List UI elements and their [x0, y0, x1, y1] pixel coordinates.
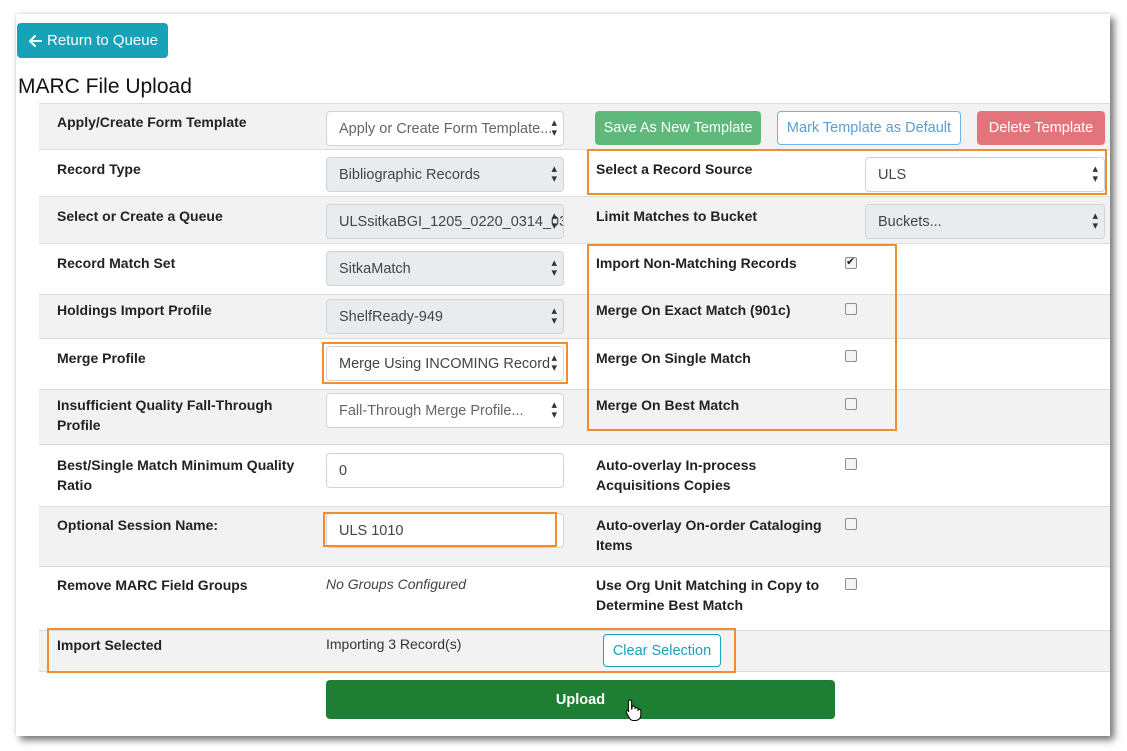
holdings-profile-select[interactable]: ShelfReady-949 [326, 299, 564, 334]
hand-cursor-icon [625, 699, 642, 721]
queue-label: Select or Create a Queue [57, 208, 223, 224]
record-type-label: Record Type [57, 161, 141, 177]
return-to-queue-button[interactable]: Return to Queue [17, 23, 168, 58]
fallthrough-profile-label: Insufficient Quality Fall-Through Profil… [57, 397, 273, 433]
save-as-new-template-button[interactable]: Save As New Template [595, 111, 761, 145]
highlight-import-selected [47, 628, 736, 673]
queue-select[interactable]: ULSsitkaBGI_1205_0220_0314_0317 [326, 204, 564, 239]
quality-ratio-input[interactable]: 0 [326, 453, 564, 488]
highlight-session-name [323, 512, 557, 547]
form-row-match-set [39, 243, 1110, 294]
marc-groups-value: No Groups Configured [326, 576, 467, 592]
arrow-left-icon [29, 34, 43, 47]
form-row-merge-profile [39, 338, 1110, 389]
highlight-merge-options [587, 244, 897, 431]
merge-profile-label: Merge Profile [57, 350, 146, 366]
template-label: Apply/Create Form Template [57, 114, 247, 130]
page-title: MARC File Upload [18, 75, 192, 98]
holdings-profile-label: Holdings Import Profile [57, 302, 212, 318]
return-to-queue-label: Return to Queue [47, 32, 158, 49]
auto-overlay-order-label: Auto-overlay On-order Cataloging Items [596, 517, 822, 553]
org-unit-matching-checkbox[interactable] [845, 578, 857, 590]
upload-button[interactable]: Upload [326, 680, 835, 719]
quality-ratio-label: Best/Single Match Minimum Quality Ratio [57, 457, 295, 493]
org-unit-matching-label: Use Org Unit Matching in Copy to Determi… [596, 577, 820, 613]
auto-overlay-order-checkbox[interactable] [845, 518, 857, 530]
auto-overlay-acq-checkbox[interactable] [845, 458, 857, 470]
match-set-select[interactable]: SitkaMatch [326, 251, 564, 286]
remove-marc-groups-label: Remove MARC Field Groups [57, 577, 248, 593]
auto-overlay-acq-label: Auto-overlay In-process Acquisitions Cop… [596, 457, 757, 493]
template-select[interactable]: Apply or Create Form Template... [326, 111, 564, 146]
record-type-select[interactable]: Bibliographic Records [326, 157, 564, 192]
highlight-record-source [587, 149, 1107, 195]
mark-template-default-button[interactable]: Mark Template as Default [777, 111, 961, 145]
delete-template-button[interactable]: Delete Template [977, 111, 1105, 145]
fallthrough-profile-select[interactable]: Fall-Through Merge Profile... [326, 393, 564, 428]
bucket-select[interactable]: Buckets... [865, 204, 1105, 239]
highlight-merge-profile [322, 342, 568, 384]
match-set-label: Record Match Set [57, 255, 176, 271]
session-name-label: Optional Session Name: [57, 517, 219, 533]
bucket-label: Limit Matches to Bucket [596, 208, 758, 224]
